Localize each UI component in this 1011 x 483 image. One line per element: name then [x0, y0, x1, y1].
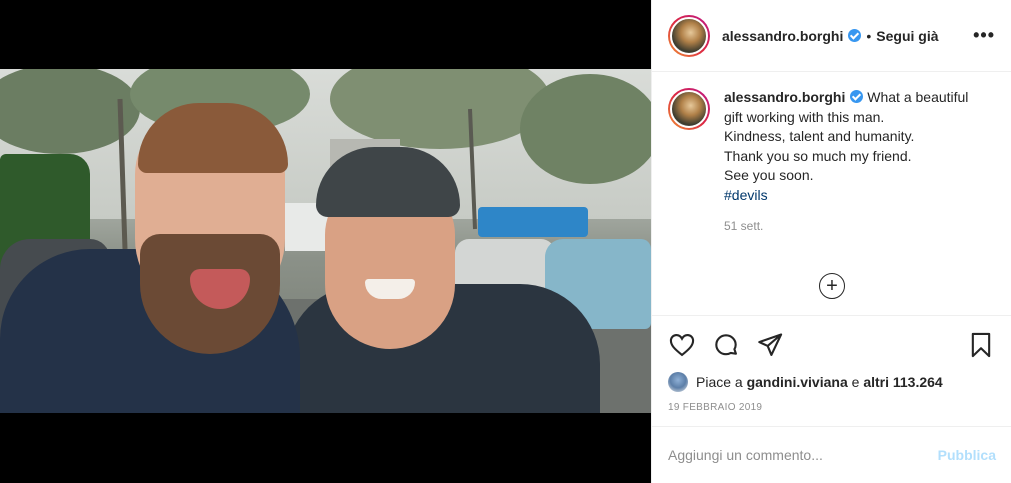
likes-count[interactable]: altri 113.264 — [863, 374, 942, 390]
separator-dot: • — [866, 27, 872, 44]
comment-form: Pubblica — [652, 426, 1011, 483]
photo-bus — [478, 207, 588, 237]
comment-input[interactable] — [668, 447, 938, 463]
caption-text: alessandro.borghi What a beautiful gift … — [724, 88, 994, 205]
caption-line: Thank you so much my friend. — [724, 147, 912, 164]
author-avatar[interactable] — [668, 14, 710, 57]
post-photo[interactable] — [0, 69, 651, 413]
caption: alessandro.borghi What a beautiful gift … — [668, 88, 995, 205]
likes-prefix: Piace a — [696, 374, 743, 390]
follow-button[interactable]: Segui già — [876, 28, 938, 44]
post-side-panel: alessandro.borghi • Segui già ••• alessa… — [651, 0, 1011, 483]
publish-button[interactable]: Pubblica — [938, 447, 996, 463]
comments-section: alessandro.borghi What a beautiful gift … — [652, 72, 1011, 316]
likes-summary: Piace a gandini.viviana e altri 113.264 — [652, 368, 1011, 396]
liker-avatar[interactable] — [668, 372, 688, 392]
caption-line: gift working with this man. — [724, 108, 885, 125]
action-bar — [652, 316, 1011, 368]
verified-icon — [850, 90, 864, 103]
likes-middle: e — [851, 374, 860, 390]
caption-author-username[interactable]: alessandro.borghi — [724, 89, 845, 105]
heart-icon[interactable] — [668, 331, 696, 359]
liker-username[interactable]: gandini.viviana — [747, 374, 848, 390]
author-username[interactable]: alessandro.borghi — [722, 28, 843, 44]
caption-line: Kindness, talent and humanity. — [724, 128, 915, 144]
share-icon[interactable] — [756, 331, 784, 359]
caption-line: What a beautiful — [867, 89, 969, 105]
avatar-image — [670, 90, 708, 128]
verified-icon — [848, 29, 862, 42]
media-area — [0, 0, 651, 483]
plus-circle-icon[interactable]: + — [819, 273, 845, 299]
bookmark-icon[interactable] — [967, 331, 995, 359]
post-date[interactable]: 19 FEBBRAIO 2019 — [652, 396, 1011, 418]
caption-line: See you soon. — [724, 167, 814, 183]
comment-icon[interactable] — [712, 331, 740, 359]
person-right-smile — [365, 279, 415, 299]
more-icon[interactable]: ••• — [973, 25, 995, 46]
hashtag-link[interactable]: #devils — [724, 186, 994, 206]
post-header: alessandro.borghi • Segui già ••• — [652, 0, 1011, 72]
avatar-image — [670, 16, 708, 55]
caption-author-avatar[interactable] — [668, 88, 710, 130]
caption-time-ago[interactable]: 51 sett. — [724, 219, 995, 233]
